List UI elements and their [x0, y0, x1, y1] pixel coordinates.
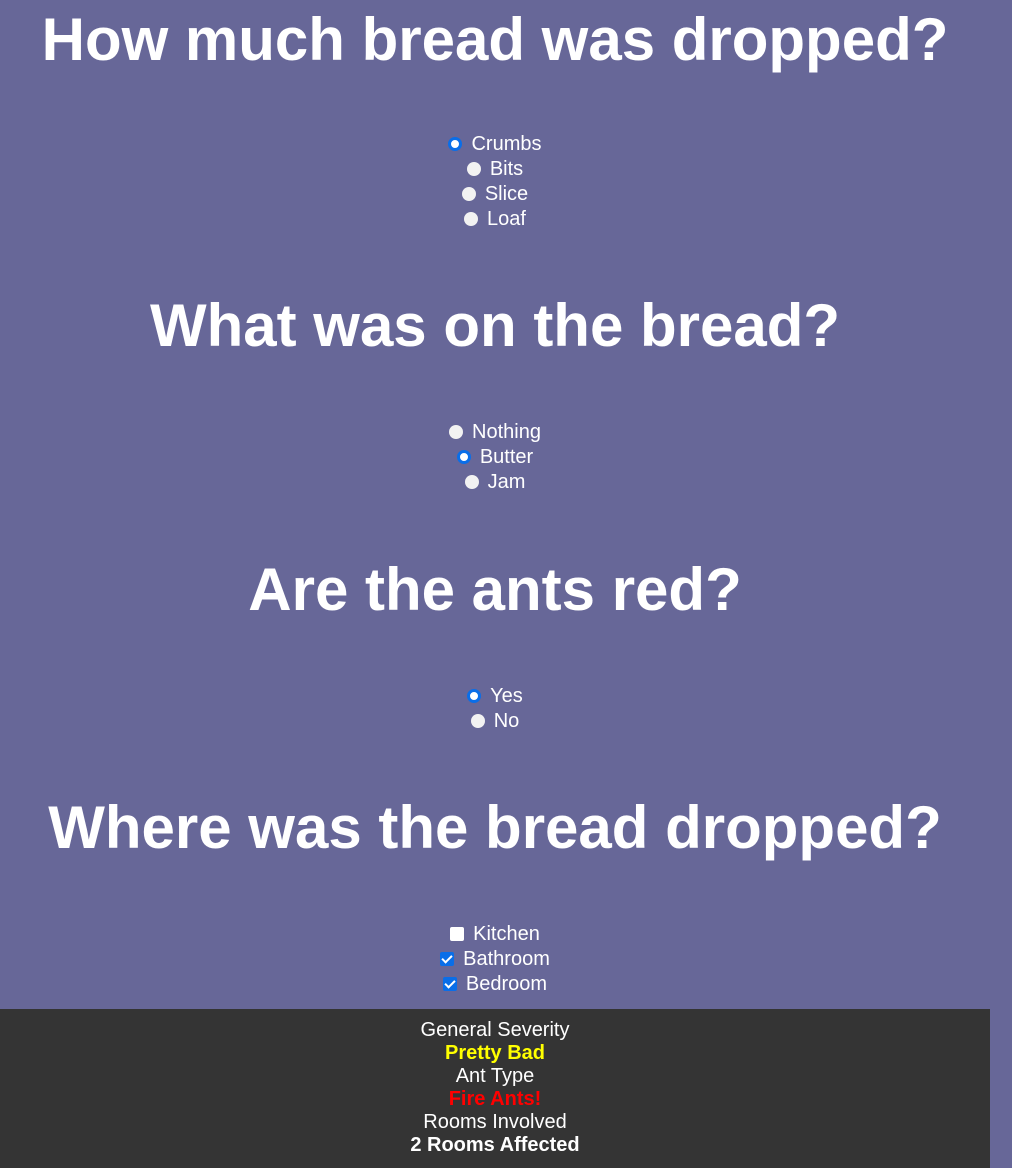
option-yes[interactable]: Yes	[0, 684, 990, 709]
results-panel: General Severity Pretty Bad Ant Type Fir…	[0, 1009, 990, 1168]
options-ants-red: Yes No	[0, 684, 990, 734]
question-title-ants-red: Are the ants red?	[248, 556, 742, 623]
questionnaire: How much bread was dropped? Crumbs Bits …	[0, 0, 990, 1009]
severity-label: General Severity	[420, 1019, 570, 1041]
checkbox-bathroom[interactable]	[440, 951, 455, 966]
radio-jam[interactable]	[464, 474, 479, 489]
question-title-bread-amount: How much bread was dropped?	[41, 6, 949, 73]
option-label: Bits	[489, 158, 524, 180]
option-label: Kitchen	[473, 923, 540, 945]
option-bits[interactable]: Bits	[0, 157, 990, 182]
option-label: Butter	[479, 446, 534, 468]
options-bread-topping: Nothing Butter Jam	[0, 420, 990, 495]
option-nothing[interactable]: Nothing	[0, 420, 990, 445]
option-slice[interactable]: Slice	[0, 182, 990, 207]
options-bread-amount: Crumbs Bits Slice Loaf	[0, 132, 990, 232]
option-label: Nothing	[472, 421, 541, 443]
checkbox-kitchen[interactable]	[450, 926, 465, 941]
option-bedroom[interactable]: Bedroom	[0, 972, 990, 997]
option-label: Bedroom	[465, 973, 548, 995]
option-kitchen[interactable]: Kitchen	[0, 922, 990, 947]
option-label: Crumbs	[471, 133, 542, 155]
radio-slice[interactable]	[461, 186, 476, 201]
option-bathroom[interactable]: Bathroom	[0, 947, 990, 972]
option-label: Bathroom	[463, 948, 550, 970]
option-crumbs[interactable]: Crumbs	[0, 132, 990, 157]
option-label: Yes	[490, 685, 523, 707]
option-label: No	[493, 710, 520, 732]
ant-type-label: Ant Type	[455, 1065, 535, 1087]
option-label: Slice	[484, 183, 529, 205]
rooms-value: 2 Rooms Affected	[410, 1134, 580, 1156]
question-title-drop-location: Where was the bread dropped?	[48, 794, 942, 861]
page-scrollbar[interactable]	[990, 0, 1012, 1168]
radio-butter[interactable]	[456, 449, 471, 464]
radio-loaf[interactable]	[464, 211, 479, 226]
radio-no[interactable]	[470, 713, 485, 728]
rooms-label: Rooms Involved	[423, 1111, 567, 1133]
checkbox-bedroom[interactable]	[442, 976, 457, 991]
option-loaf[interactable]: Loaf	[0, 207, 990, 232]
options-drop-location: Kitchen Bathroom Bedroom	[0, 922, 990, 997]
option-jam[interactable]: Jam	[0, 470, 990, 495]
ant-type-value: Fire Ants!	[448, 1088, 542, 1110]
severity-value: Pretty Bad	[444, 1042, 546, 1064]
option-no[interactable]: No	[0, 709, 990, 734]
radio-crumbs[interactable]	[448, 136, 463, 151]
radio-nothing[interactable]	[449, 424, 464, 439]
question-title-bread-topping: What was on the bread?	[149, 292, 841, 359]
radio-bits[interactable]	[466, 161, 481, 176]
option-butter[interactable]: Butter	[0, 445, 990, 470]
option-label: Loaf	[487, 208, 526, 230]
radio-yes[interactable]	[467, 688, 482, 703]
option-label: Jam	[487, 471, 526, 493]
